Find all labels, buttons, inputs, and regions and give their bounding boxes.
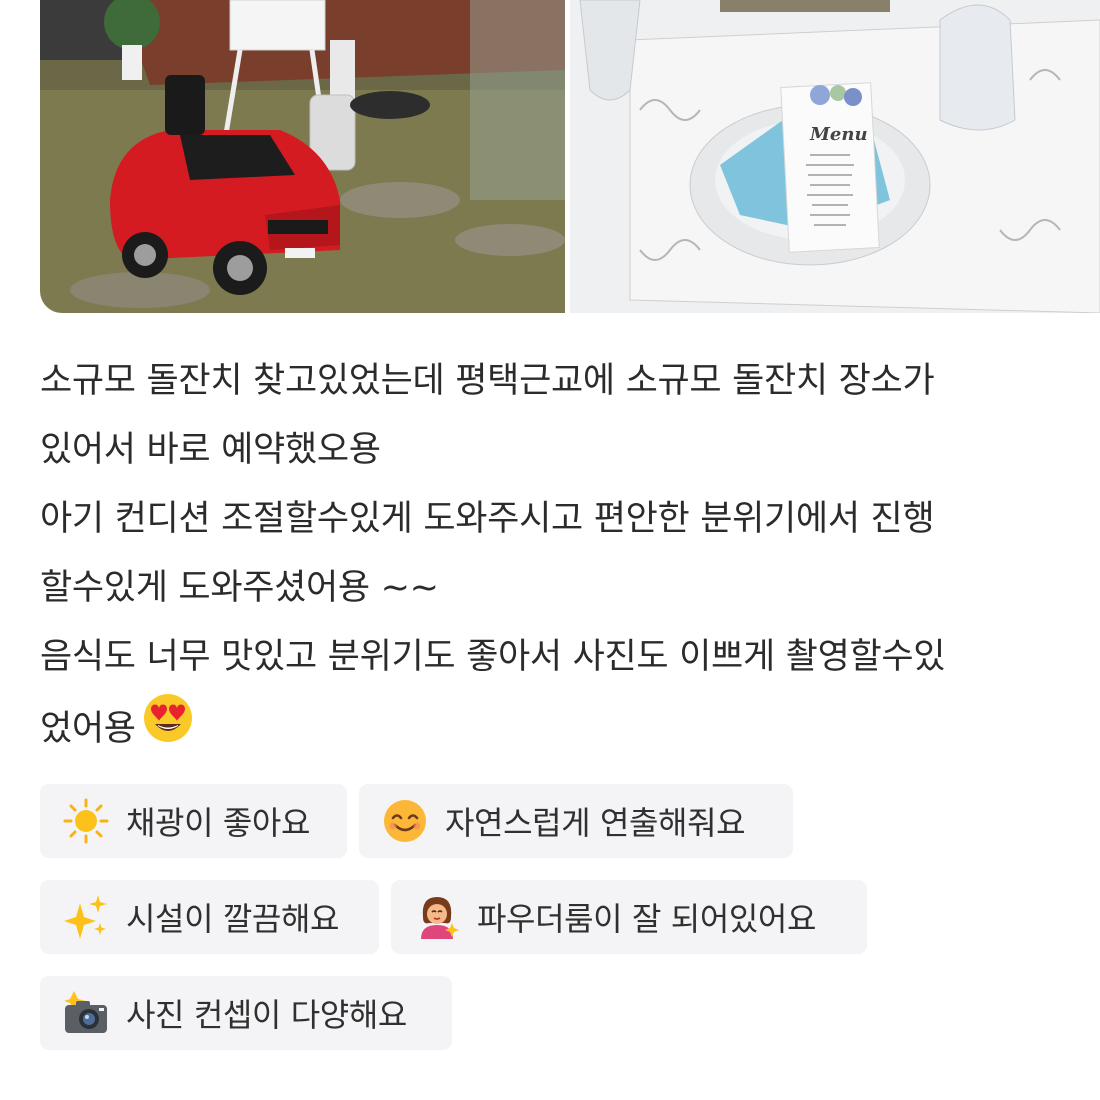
review-card: Menu 소규모 돌잔치 찾고있었는데 평택근교에 소규모 돌잔치 장소가 있어… xyxy=(0,0,1100,1100)
keyword-chip-powder-room[interactable]: 파우더룸이 잘 되어있어요 xyxy=(391,880,867,954)
heart-eyes-emoji-icon xyxy=(142,692,194,768)
menu-card-title: Menu xyxy=(809,124,868,145)
red-toy-car-photo xyxy=(40,0,565,313)
review-line: 있어서 바로 예약했오용 xyxy=(40,430,381,470)
keyword-chip-natural-direction[interactable]: 자연스럽게 연출해줘요 xyxy=(359,784,793,858)
sparkles-icon xyxy=(62,893,110,941)
photo-strip[interactable]: Menu xyxy=(40,0,1100,313)
keyword-chip-label: 자연스럽게 연출해줘요 xyxy=(445,804,746,842)
keyword-chip-photo-concepts[interactable]: 사진 컨셉이 다양해요 xyxy=(40,976,452,1050)
camera-with-flash-icon xyxy=(62,989,110,1037)
review-line: 음식도 너무 맛있고 분위기도 좋아서 사진도 이쁘게 촬영할수있 xyxy=(40,637,946,677)
review-text: 소규모 돌잔치 찾고있었는데 평택근교에 소규모 돌잔치 장소가 있어서 바로 … xyxy=(40,347,1080,768)
review-line: 할수있게 도와주셨어용 ~~ xyxy=(40,568,439,608)
keyword-chip-clean-facility[interactable]: 시설이 깔끔해요 xyxy=(40,880,379,954)
review-photo-2[interactable]: Menu xyxy=(570,0,1100,313)
person-getting-makeup-icon xyxy=(413,893,461,941)
review-line: 었어용 xyxy=(40,709,136,749)
keyword-chip-label: 채광이 좋아요 xyxy=(126,804,311,842)
sun-icon xyxy=(62,797,110,845)
review-photo-1[interactable] xyxy=(40,0,565,313)
smiling-face-icon xyxy=(381,797,429,845)
review-line: 소규모 돌잔치 찾고있었는데 평택근교에 소규모 돌잔치 장소가 xyxy=(40,361,935,401)
keyword-chip-label: 시설이 깔끔해요 xyxy=(126,900,340,938)
table-setting-photo: Menu xyxy=(570,0,1100,313)
review-line: 아기 컨디션 조절할수있게 도와주시고 편안한 분위기에서 진행 xyxy=(40,499,935,539)
keyword-chip-label: 파우더룸이 잘 되어있어요 xyxy=(477,900,816,938)
keyword-chip-label: 사진 컨셉이 다양해요 xyxy=(126,996,407,1034)
keyword-chip-lighting[interactable]: 채광이 좋아요 xyxy=(40,784,347,858)
review-line-last: 었어용 xyxy=(40,692,1080,768)
